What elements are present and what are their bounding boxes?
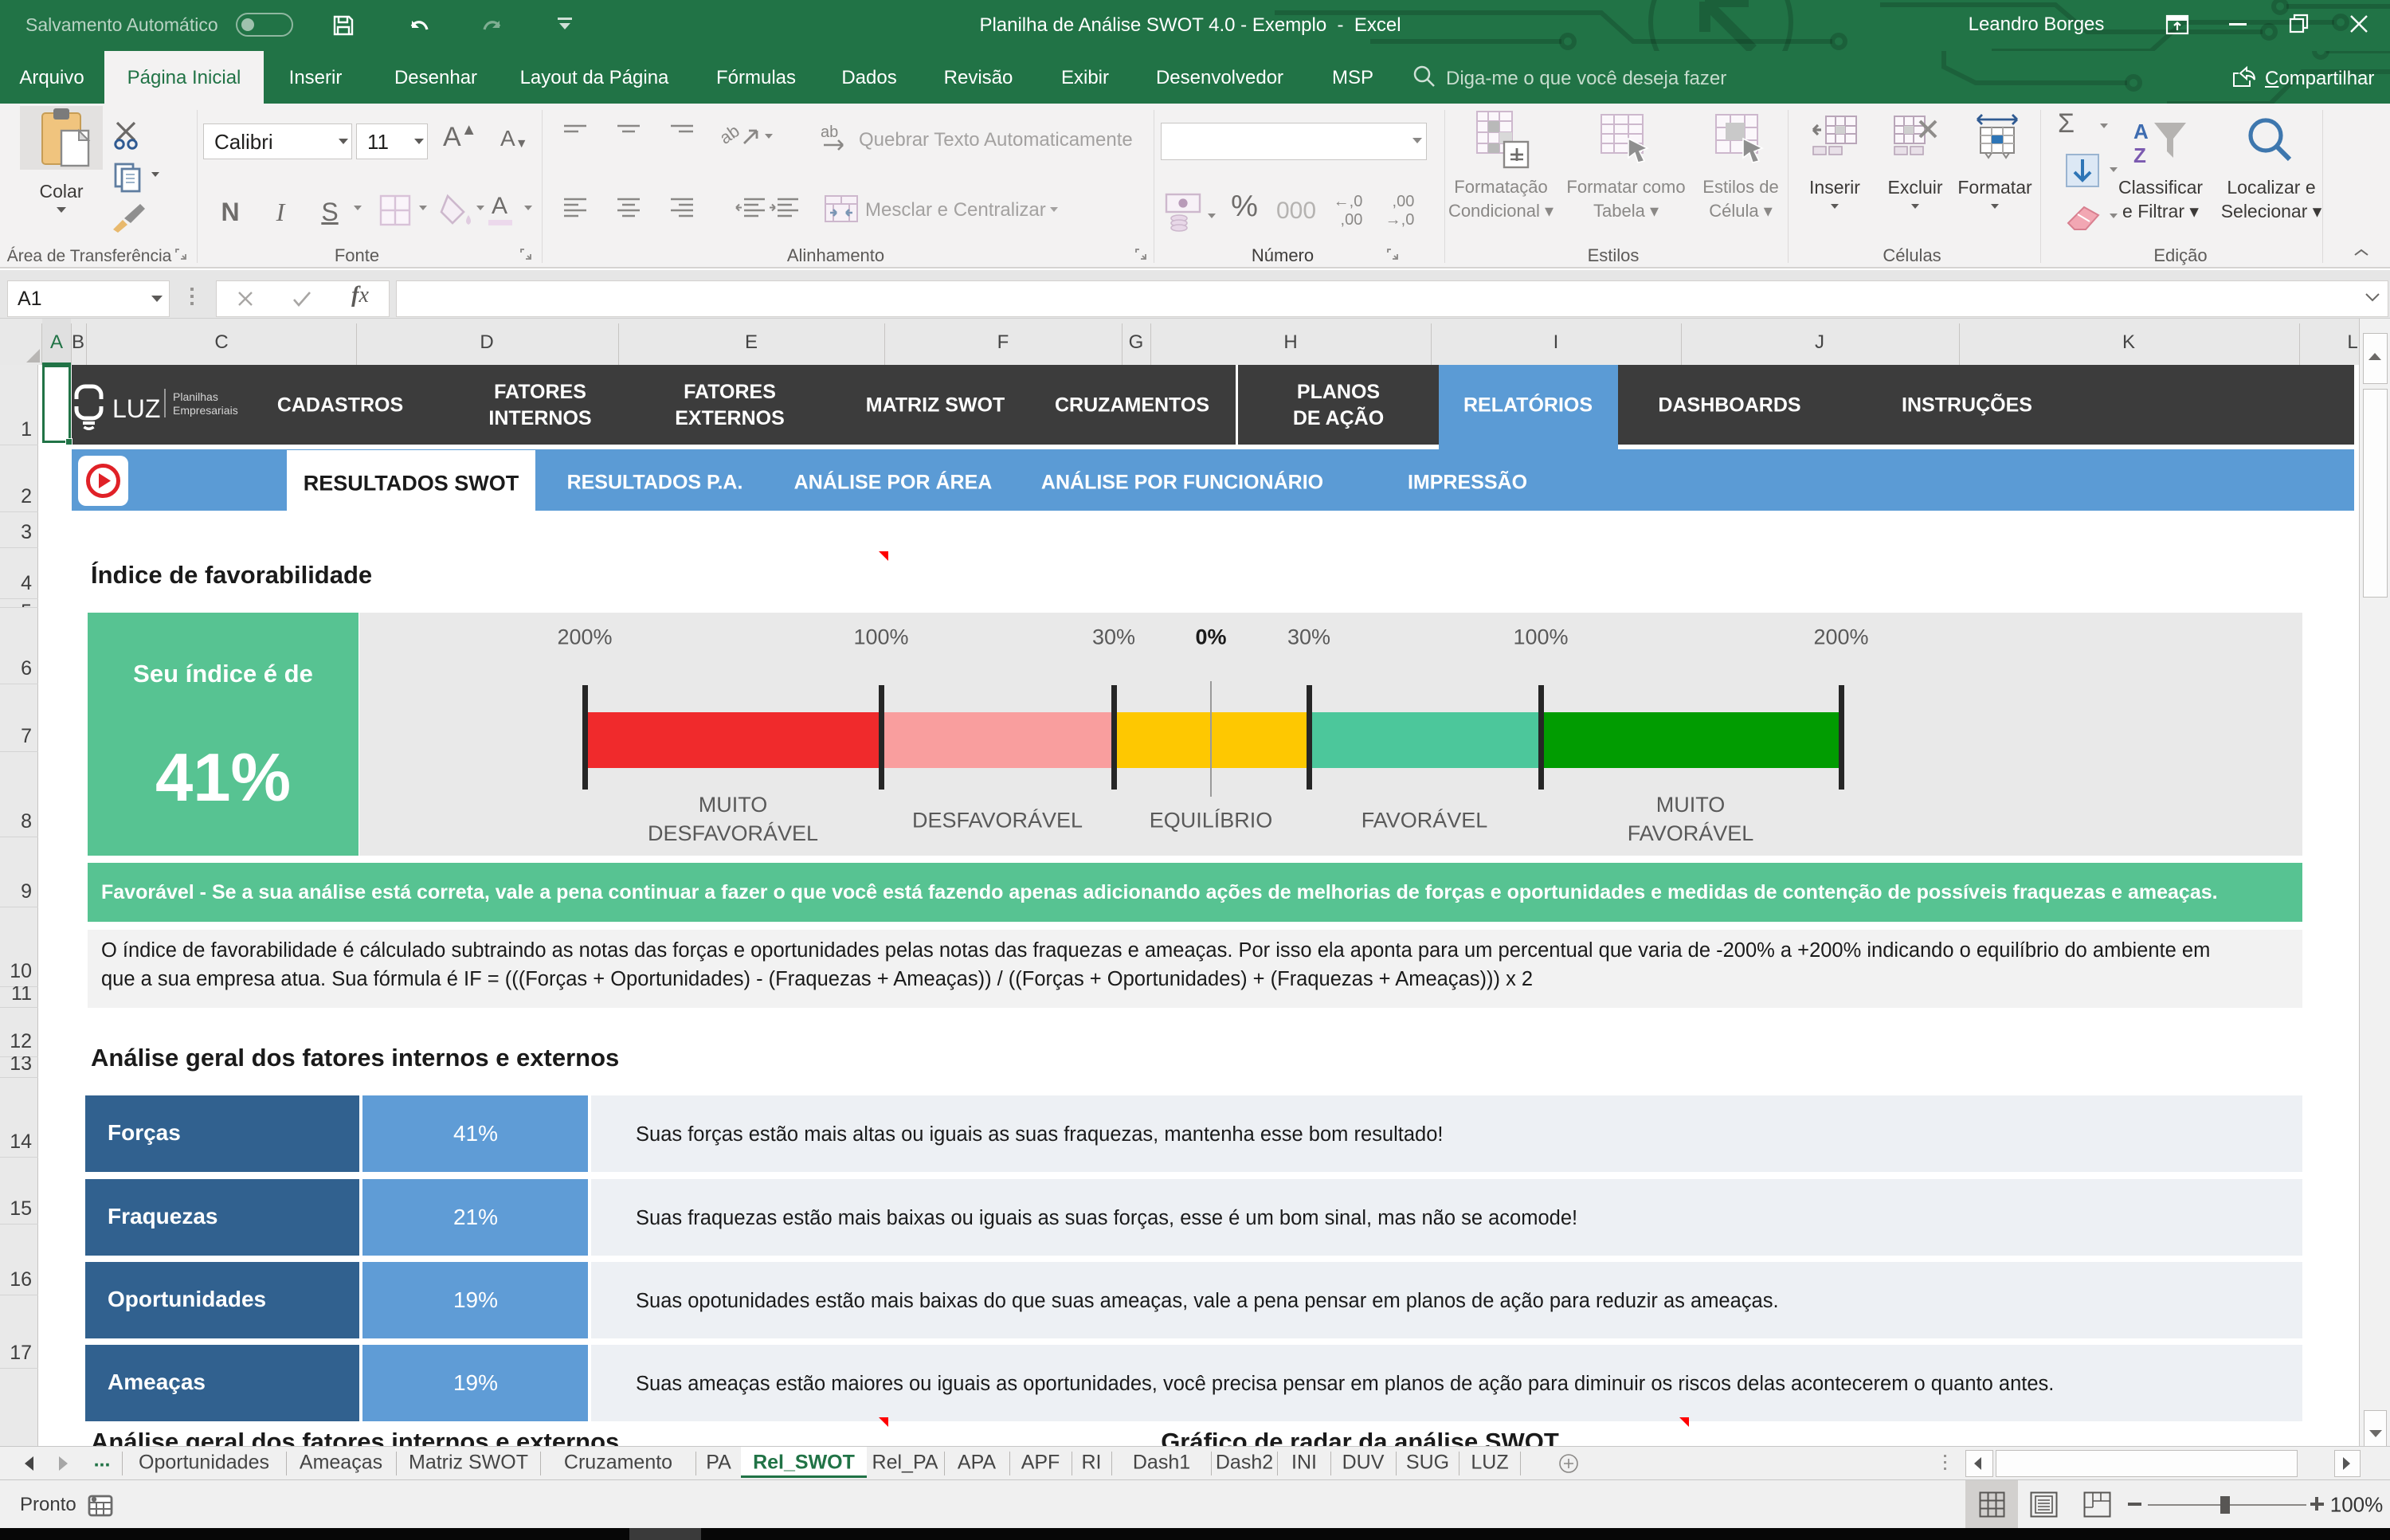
svg-text:ab: ab: [821, 123, 838, 141]
svg-text:A: A: [2133, 120, 2149, 143]
svg-text:Z: Z: [2133, 143, 2146, 166]
svg-text:ab: ab: [722, 120, 743, 148]
